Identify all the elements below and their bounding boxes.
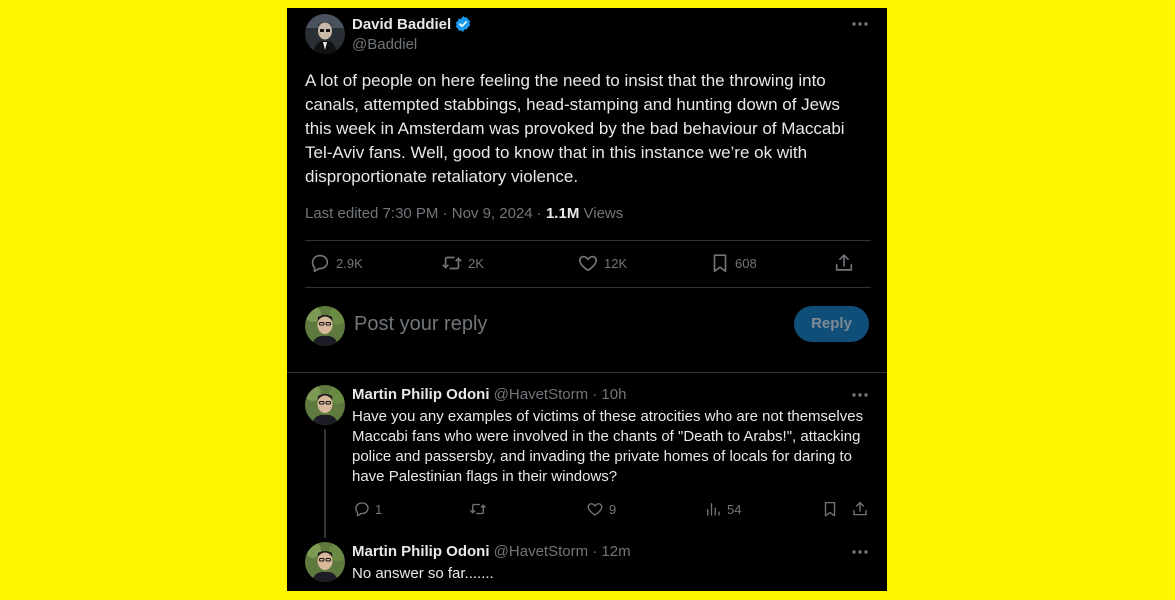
composer-avatar[interactable] (305, 306, 345, 346)
bookmark-action[interactable]: 608 (709, 252, 757, 274)
views-count: 1.1M (545, 205, 580, 222)
divider-top (305, 240, 871, 241)
reply1-bookmark-action[interactable] (821, 500, 839, 523)
reply1-action-bar: 1 9 54 (353, 500, 873, 520)
reply2-author-handle[interactable]: @HavetStorm (494, 543, 588, 560)
bookmark-icon (824, 501, 836, 517)
reply-count: 2.9K (336, 255, 363, 271)
main-author-avatar[interactable] (305, 14, 345, 54)
share-icon (835, 254, 853, 271)
reply-button[interactable]: Reply (794, 306, 869, 342)
main-author-name[interactable]: David Baddiel (352, 16, 451, 33)
main-post-text: A lot of people on here feeling the need… (305, 71, 845, 186)
reply1-reply-count: 1 (375, 501, 383, 517)
like-icon (578, 255, 598, 272)
tweet-panel: David Baddiel @Baddiel A lot of people o… (287, 8, 887, 591)
reply1-like-action[interactable]: 9 (586, 500, 616, 518)
like-count: 12K (604, 255, 628, 271)
share-icon (853, 501, 867, 516)
reply1-more-icon[interactable] (850, 387, 870, 408)
reply1-author-handle[interactable]: @HavetStorm (494, 386, 588, 403)
reply2-time[interactable]: · 12m (592, 543, 630, 560)
main-more-icon[interactable] (850, 16, 870, 37)
repost-action[interactable]: 2K (441, 252, 484, 274)
reply-icon (355, 502, 369, 517)
reply1-reply-action[interactable]: 1 (353, 500, 382, 518)
verified-badge-icon (456, 16, 471, 32)
reply1-views-count: 54 (727, 501, 742, 517)
main-author-name-row: David Baddiel (352, 15, 472, 33)
like-action[interactable]: 12K (577, 252, 627, 274)
reply1-avatar[interactable] (305, 385, 345, 425)
reply1-like-count: 9 (609, 501, 617, 517)
reply2-avatar[interactable] (305, 542, 345, 582)
views-icon (707, 503, 720, 516)
bookmark-icon (713, 254, 727, 273)
divider-bottom (305, 287, 871, 288)
divider-replies (287, 372, 887, 373)
thread-line (324, 429, 326, 538)
post-timestamp[interactable]: Last edited 7:30 PM · Nov 9, 2024 · (305, 205, 546, 222)
like-icon (587, 503, 603, 516)
repost-count: 2K (468, 255, 484, 271)
main-author-handle[interactable]: @Baddiel (352, 36, 417, 53)
reply1-share-action[interactable] (851, 500, 869, 523)
reply2-author-name[interactable]: Martin Philip Odoni (352, 543, 490, 560)
reply2-text: No answer so far....... (352, 565, 494, 582)
views-label: Views (583, 205, 624, 222)
reply1-time[interactable]: · 10h (592, 386, 626, 403)
reply-icon (311, 254, 329, 273)
repost-icon (470, 503, 486, 515)
repost-icon (442, 256, 462, 270)
post-meta: Last edited 7:30 PM · Nov 9, 2024 · 1.1M… (305, 205, 623, 222)
reply1-author-name[interactable]: Martin Philip Odoni (352, 386, 490, 403)
reply1-views-action[interactable]: 54 (704, 500, 741, 518)
bookmark-count: 608 (735, 255, 757, 271)
reply2-more-icon[interactable] (850, 544, 870, 565)
reply1-text: Have you any examples of victims of thes… (352, 408, 864, 485)
reply-action[interactable]: 2.9K (309, 252, 363, 274)
reply1-repost-action[interactable] (469, 500, 491, 518)
share-action[interactable] (833, 252, 855, 279)
reply1-header: Martin Philip Odoni @HavetStorm · 10h (352, 386, 626, 403)
reply-input[interactable]: Post your reply (354, 311, 754, 337)
reply2-header: Martin Philip Odoni @HavetStorm · 12m (352, 543, 631, 560)
main-action-bar: 2.9K 2K 12K 608 (309, 252, 869, 278)
